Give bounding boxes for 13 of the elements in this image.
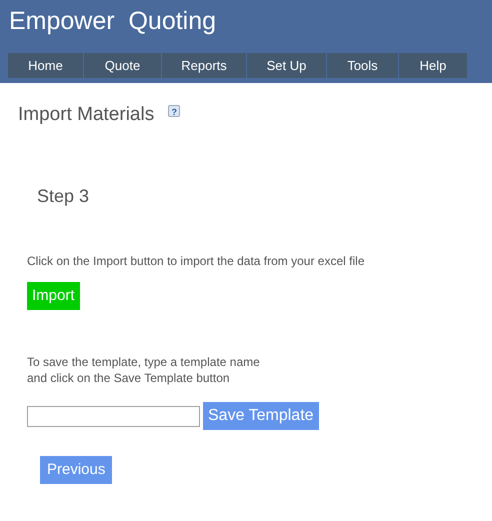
instruction-text: Click on the Import button to import the data from your excel file — [27, 253, 364, 270]
nav-tab[interactable]: Set Up — [247, 53, 326, 78]
nav-tab[interactable]: Home — [8, 53, 83, 78]
help-icon[interactable]: ? — [168, 105, 180, 117]
app-title: Empower Quoting — [8, 6, 216, 36]
nav-tab[interactable]: Tools — [327, 53, 398, 78]
template-name-field[interactable] — [27, 406, 200, 426]
page-title: Import Materials — [18, 103, 154, 127]
nav-tab[interactable]: Reports — [162, 53, 246, 78]
nav-tab[interactable]: Help — [399, 53, 467, 78]
step-heading: Step 3 — [37, 185, 90, 208]
instruction-text: To save the template, type a template name and click on the Save Template button — [27, 354, 260, 386]
nav-tab[interactable]: Quote — [84, 53, 161, 78]
